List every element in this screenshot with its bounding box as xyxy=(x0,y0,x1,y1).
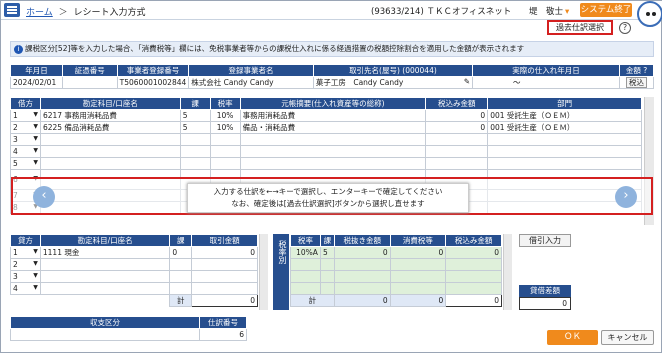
col-amount: 税込み金額 xyxy=(425,97,489,110)
tax-total-gross: 0 xyxy=(445,294,502,307)
col-tax-rate: 税率 xyxy=(290,234,321,247)
col-memo: 元帳摘要(仕入れ資産等の総称) xyxy=(239,97,427,110)
overlay-message-line2: なお、確定後は[過去仕訳選択]ボタンから選択し直せます xyxy=(231,199,425,208)
home-link[interactable]: ホーム xyxy=(26,8,53,18)
col-credit-tax: 課 xyxy=(169,234,193,247)
col-date: 年月日 xyxy=(10,64,63,77)
col-reg-no: 事業者登録番号 xyxy=(116,64,190,77)
header-table: 年月日 証憑番号 事業者登録番号 登録事業者名 取引先名(屋号) (000044… xyxy=(10,64,654,89)
system-end-button[interactable]: システム終了 xyxy=(580,3,632,17)
ok-button[interactable]: ＯＫ xyxy=(547,330,598,345)
col-income-class: 収支区分 xyxy=(9,316,201,329)
user-menu[interactable]: 堤 敬士 ▾ xyxy=(529,5,569,17)
journal-no: 6 xyxy=(199,328,247,341)
credit-scrollbar[interactable] xyxy=(259,234,268,310)
col-partner: 取引先名(屋号) (000044) xyxy=(312,64,474,77)
col-debit: 借方 xyxy=(10,97,41,110)
info-banner: i 課税区分[52]等を入力した場合、「消費税等」欄には、免税事業者等からの課税… xyxy=(10,41,654,57)
col-dept: 部門 xyxy=(487,97,642,110)
col-rate: 税率 xyxy=(209,97,241,110)
summary-table: 収支区分 仕訳番号 6 xyxy=(9,316,247,341)
table-row[interactable]: 3 ▼ xyxy=(10,133,642,146)
tax-total-tax: 0 xyxy=(389,294,447,307)
col-gross: 税込み金額 xyxy=(445,234,502,247)
tax-total-label: 計 xyxy=(290,294,335,307)
overlay-message-line1: 入力する仕訳を←→キーで選択し、エンターキーで確定してください xyxy=(213,187,443,196)
col-tax: 消費税等 xyxy=(389,234,447,247)
date-field[interactable]: 2024/02/01 xyxy=(10,76,63,89)
actual-date-field[interactable]: 〜 xyxy=(472,76,621,89)
app-window: ホーム ＞ レシート入力方式 (93633/214) ＴＫＣオフィスネット 堤 … xyxy=(0,0,662,353)
col-voucher: 証憑番号 xyxy=(61,64,118,77)
col-credit: 貸方 xyxy=(10,234,41,247)
col-account: 勘定科目/口座名 xyxy=(39,97,181,110)
edit-icon[interactable]: ✎ xyxy=(464,78,470,87)
table-row[interactable]: 2 ▼ 6225 備品消耗品費 5 10% 備品・消耗品費 0 001 受託生産（ＯＥＭ） xyxy=(10,121,642,134)
reg-name-field: 株式会社 Candy Candy xyxy=(188,76,314,89)
reg-no-field[interactable]: T5060001002844 xyxy=(116,76,190,89)
help-icon[interactable]: ? xyxy=(643,66,647,75)
tax-table: 税率 課 税抜き金額 消費税等 税込み金額 10%A 5 0 0 0 計000 xyxy=(290,234,502,307)
col-credit-account: 勘定科目/口座名 xyxy=(39,234,171,247)
chevron-down-icon: ▾ xyxy=(565,7,570,17)
col-amount-mode: 金額 ? xyxy=(619,64,654,77)
info-icon: i xyxy=(14,45,23,54)
breadcrumb: ホーム ＞ レシート入力方式 xyxy=(26,5,146,18)
overlay-message: 入力する仕訳を←→キーで選択し、エンターキーで確定してください なお、確定後は[… xyxy=(187,183,469,213)
page-title: レシート入力方式 xyxy=(73,8,146,18)
col-journal-no: 仕訳番号 xyxy=(199,316,247,329)
mascot-icon[interactable] xyxy=(637,1,662,27)
table-row[interactable]: 1 ▼ 6217 事務用消耗品費 5 10% 事務用消耗品費 0 001 受託生産（ＯＥＭ） xyxy=(10,109,642,122)
amount-mode-toggle[interactable]: 税込 xyxy=(619,76,654,89)
credit-table: 貸方 勘定科目/口座名 課 取引金額 1 ▼ 1111 現金 0 0 2 ▼ 3 ▼ 4 ▼ … xyxy=(10,234,258,307)
table-row[interactable]: 1 ▼ 1111 現金 0 0 xyxy=(10,246,258,259)
chevron-right-icon[interactable]: › xyxy=(615,186,637,208)
cancel-button[interactable]: キャンセル xyxy=(601,330,654,345)
table-row[interactable]: 4 ▼ xyxy=(10,145,642,158)
tax-total-net: 0 xyxy=(333,294,391,307)
income-class-field[interactable] xyxy=(9,328,201,341)
table-row[interactable]: 3 ▼ xyxy=(10,270,258,283)
difference-value: 0 xyxy=(519,297,571,310)
col-tax-class: 課 xyxy=(179,97,211,110)
tax-scrollbar[interactable] xyxy=(503,234,512,310)
session-info: (93633/214) ＴＫＣオフィスネット xyxy=(371,7,512,17)
table-row[interactable]: 5 ▼ xyxy=(10,157,642,170)
menu-icon[interactable] xyxy=(4,3,20,17)
past-journal-select-button[interactable]: 過去仕訳選択 xyxy=(547,20,613,35)
credit-total: 0 xyxy=(191,294,258,307)
breadcrumb-separator: ＞ xyxy=(58,8,68,18)
partner-field[interactable]: 菓子工房 Candy Candy ✎ xyxy=(312,76,474,89)
tax-side-label: 税率別 xyxy=(273,234,289,310)
table-row[interactable]: 4 ▼ xyxy=(10,282,258,295)
col-credit-amount: 取引金額 xyxy=(191,234,258,247)
range-tilde: 〜 xyxy=(513,78,521,87)
table-row: 10%A 5 0 0 0 xyxy=(290,246,502,259)
voucher-field[interactable] xyxy=(61,76,118,89)
col-actual-date: 実際の仕入れ年月日 xyxy=(472,64,621,77)
top-bar: ホーム ＞ レシート入力方式 (93633/214) ＴＫＣオフィスネット 堤 … xyxy=(1,1,662,20)
user-name: 堤 敬士 xyxy=(529,7,564,17)
col-reg-name: 登録事業者名 xyxy=(188,64,314,77)
info-text: 課税区分[52]等を入力した場合、「消費税等」欄には、免税事業者等からの課税仕入… xyxy=(25,44,525,53)
credit-total-label: 計 xyxy=(169,294,193,307)
difference-label: 貸借差額 xyxy=(519,285,571,297)
chevron-left-icon[interactable]: ‹ xyxy=(33,186,55,208)
debit-entry-button[interactable]: 借引入力 xyxy=(519,234,571,247)
help-icon[interactable]: ? xyxy=(619,22,631,34)
table-row[interactable]: 2 ▼ xyxy=(10,258,258,271)
col-net: 税抜き金額 xyxy=(333,234,391,247)
col-tax-cls: 課 xyxy=(319,234,335,247)
